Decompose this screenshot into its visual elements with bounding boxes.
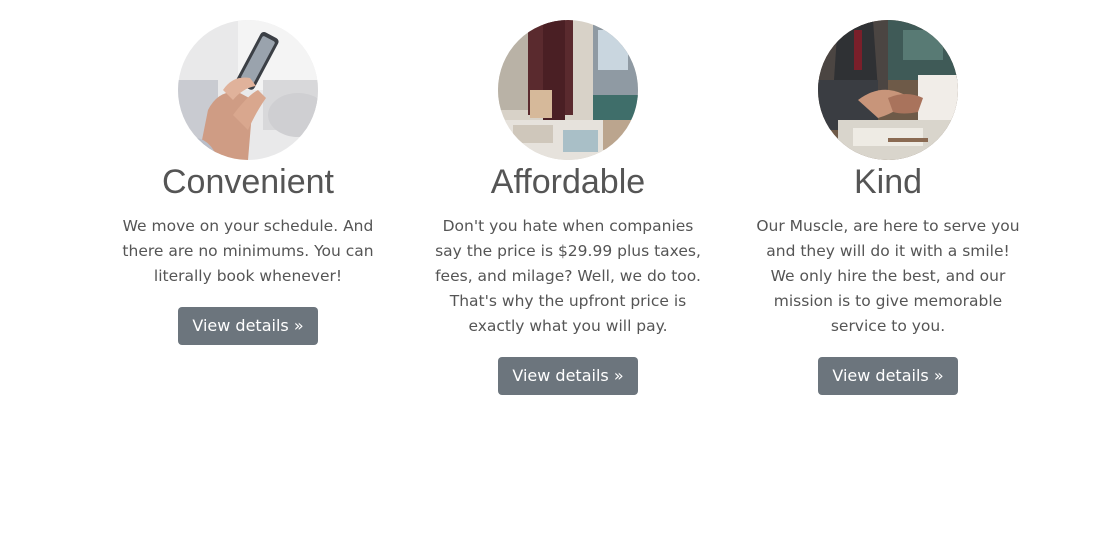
moving-boxes-image <box>498 20 638 160</box>
phone-in-hand-image <box>178 20 318 160</box>
feature-title: Affordable <box>490 163 646 201</box>
feature-convenient: Convenient We move on your schedule. And… <box>103 20 393 345</box>
feature-title: Convenient <box>161 163 334 201</box>
view-details-button[interactable]: View details » <box>818 357 958 395</box>
view-details-button[interactable]: View details » <box>178 307 318 345</box>
feature-title: Kind <box>853 163 923 201</box>
view-details-button[interactable]: View details » <box>498 357 638 395</box>
features-section: Convenient We move on your schedule. And… <box>0 0 1111 542</box>
feature-affordable: Affordable Don't you hate when companies… <box>423 20 713 395</box>
feature-description: Our Muscle, are here to serve you and th… <box>756 217 1020 335</box>
feature-kind: Kind Our Muscle, are here to serve you a… <box>743 20 1033 395</box>
feature-description: Don't you hate when companies say the pr… <box>435 217 701 335</box>
feature-description: We move on your schedule. And there are … <box>122 217 374 285</box>
handshake-image <box>818 20 958 160</box>
